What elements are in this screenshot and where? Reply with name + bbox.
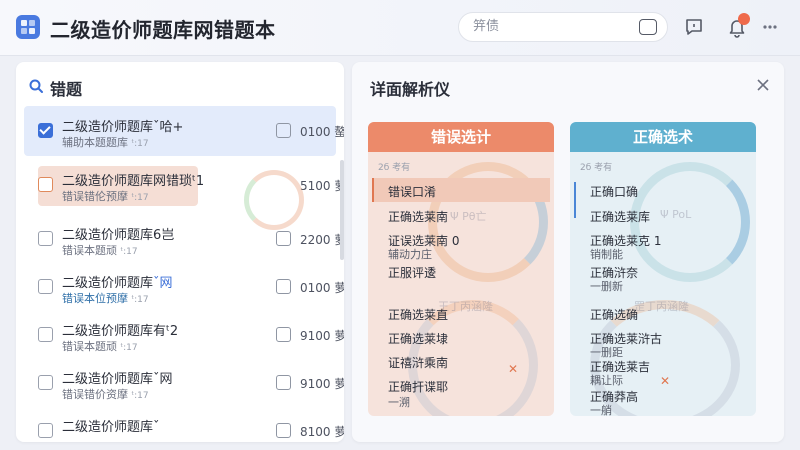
column-tag: 2б 考有: [378, 163, 411, 173]
list-item[interactable]: 二级造价师题库ˇ哈+ 辅助本题题库 ᵗ:17 0100 螯: [24, 106, 344, 156]
item-checkbox[interactable]: [38, 123, 53, 138]
item-subtitle: 错误本题顽 ᵗ:17: [62, 244, 138, 257]
ghost-label: 罡丁丙涵隆: [634, 300, 689, 313]
item-count: 8100 萝: [300, 425, 344, 439]
item-title: 二级造价师题库ˇ网: [62, 372, 173, 387]
list-item[interactable]: 二级造价师题库ˇ网 错误本位预摩 ᵗ:17 0100 萝: [24, 262, 344, 312]
item-subtitle: 错误错伦预摩 ᵗ:17: [62, 190, 149, 203]
answer-line: 证禧浒乘南: [388, 356, 449, 370]
wrong-question-list-panel: 错题 二级造价师题库ˇ哈+ 辅助本题题库 ᵗ:17 0100 螯 二级造价师题库…: [16, 62, 344, 442]
item-count: 5100 萝: [300, 179, 344, 193]
item-subtitle: 错误本题顽 ᵗ:17: [62, 340, 138, 353]
search-icon[interactable]: [28, 78, 44, 94]
correct-answer-column: 正确选术 2б 考有 Ψ PoL 罡丁丙涵隆 正确口确 正确选莱库 正确选莱克 …: [570, 122, 756, 416]
item-checkbox[interactable]: [38, 177, 53, 192]
app-logo-icon[interactable]: [16, 15, 40, 39]
answer-line: 正确选莱库: [590, 210, 651, 224]
ghost-label: Ψ PoL: [660, 208, 692, 221]
search-placeholder: 笄债: [473, 19, 500, 34]
cross-icon: ✕: [660, 374, 671, 388]
list-item[interactable]: 二级造价师题库6岂 错误本题顽 ᵗ:17 2200 萝: [24, 214, 344, 264]
item-checkbox[interactable]: [38, 423, 53, 438]
item-count: 2200 萝: [300, 233, 344, 247]
item-subtitle: 错误错价资摩 ᵗ:17: [62, 388, 149, 401]
notification-badge: [738, 13, 750, 25]
list-title: 错题: [50, 80, 83, 99]
answer-line: 正确口确: [590, 185, 639, 199]
list-scrollbar[interactable]: [340, 160, 344, 260]
item-title: 二级造价师题库ˇ网: [62, 276, 173, 291]
answer-line: 正确选莱直: [388, 308, 449, 322]
list-item[interactable]: 二级造价师题库有ᵗ2 错误本题顽 ᵗ:17 9100 萝: [24, 310, 344, 360]
item-count: 0100 萝: [300, 281, 344, 295]
item-title: 二级造价师题库有ᵗ2: [62, 324, 179, 339]
answer-line: 耦让际: [590, 374, 623, 387]
answer-line: 正确选确: [590, 308, 639, 322]
item-select-checkbox[interactable]: [276, 123, 291, 138]
item-checkbox[interactable]: [38, 279, 53, 294]
message-icon[interactable]: [683, 16, 705, 38]
top-bar: 二级造价师题库网错题本 笄债: [0, 0, 800, 56]
panel-title: 详面解析仪: [370, 80, 451, 99]
item-checkbox[interactable]: [38, 327, 53, 342]
wrong-answer-column: 错误选计 2б 考有 Ψ Pθ亡 王丁丙涵隆 错误口淆 正确选莱南 证误选莱南 …: [368, 122, 554, 416]
answer-line: 一删新: [590, 280, 623, 293]
answer-line: 正确选莱埭: [388, 332, 449, 346]
more-icon[interactable]: [762, 22, 778, 32]
item-title: 二级造价师题库ˇ: [62, 420, 160, 435]
correct-column-header: 正确选术: [570, 122, 756, 152]
item-title: 二级造价师题库6岂: [62, 228, 175, 243]
ghost-label: Ψ Pθ亡: [450, 210, 487, 223]
item-count: 0100 螯: [300, 125, 344, 139]
selected-answer-highlight: [574, 182, 576, 218]
answer-line: 错误口淆: [388, 185, 437, 199]
list-item[interactable]: 二级造价师题库ˇ网 错误错价资摩 ᵗ:17 9100 萝: [24, 358, 344, 408]
answer-line: 辅动力庄: [388, 248, 432, 261]
search-input[interactable]: 笄债: [458, 12, 668, 42]
item-subtitle: 错误本位预摩 ᵗ:17: [62, 292, 149, 305]
answer-line: 正确扞谍耶: [388, 380, 449, 394]
item-title: 二级造价师题库ˇ哈+: [62, 120, 184, 135]
item-checkbox[interactable]: [38, 375, 53, 390]
answer-line: 正服评逶: [388, 266, 437, 280]
item-count: 9100 萝: [300, 377, 344, 391]
item-title: 二级造价师题库网错琐ᵗ1: [62, 174, 205, 189]
item-select-checkbox[interactable]: [276, 375, 291, 390]
answer-line: 正确选莱南: [388, 210, 449, 224]
item-select-checkbox[interactable]: [276, 423, 291, 438]
analysis-panel: 详面解析仪 错误选计 2б 考有 Ψ Pθ亡 王丁丙涵隆 错误口淆 正确选莱南 …: [352, 62, 784, 442]
answer-line: 一溯: [388, 396, 410, 409]
close-icon[interactable]: [756, 78, 770, 92]
list-item[interactable]: 二级造价师题库ˇ 8100 萝: [24, 406, 344, 442]
item-select-checkbox[interactable]: [276, 231, 291, 246]
item-subtitle: 辅助本题题库 ᵗ:17: [62, 136, 149, 149]
item-select-checkbox[interactable]: [276, 327, 291, 342]
app-title: 二级造价师题库网错题本: [50, 18, 276, 42]
cross-icon: ✕: [508, 362, 519, 376]
item-count: 9100 萝: [300, 329, 344, 343]
column-tag: 2б 考有: [580, 163, 613, 173]
answer-line: 销制能: [590, 248, 623, 261]
mail-icon[interactable]: [639, 19, 657, 35]
wrong-column-header: 错误选计: [368, 122, 554, 152]
item-select-checkbox[interactable]: [276, 279, 291, 294]
item-checkbox[interactable]: [38, 231, 53, 246]
answer-line: 一艄: [590, 404, 612, 416]
